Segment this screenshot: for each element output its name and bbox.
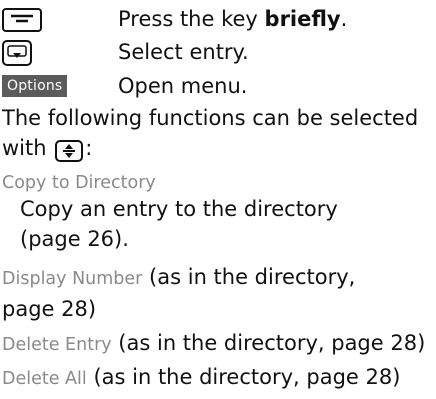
- option-delete-entry: Delete Entry (as in the directory, page …: [2, 328, 425, 360]
- option-desc-line: Copy an entry to the directory: [20, 197, 338, 221]
- step-1-text: Press the key briefly.: [118, 7, 348, 31]
- manual-page: Press the key briefly. Select entry. Opt…: [0, 0, 436, 399]
- option-suffix: (as in the directory, page 28): [111, 331, 426, 355]
- step-press-key: [2, 8, 42, 32]
- step-2-text: Select entry.: [118, 40, 249, 64]
- control-key-down-icon: [2, 40, 32, 66]
- option-suffix: (as in the directory,: [142, 265, 356, 289]
- step-select-entry: [2, 40, 32, 66]
- option-suffix: page 28): [2, 297, 97, 321]
- control-key-up-down-icon: [55, 140, 84, 162]
- option-delete-all: Delete All (as in the directory, page 28…: [2, 362, 400, 394]
- intro-line-2: with :: [2, 136, 93, 162]
- option-copy-desc: Copy an entry to the directory (page 26)…: [20, 194, 338, 254]
- intro-paragraph: The following functions can be selected …: [2, 103, 418, 163]
- option-desc-line: (page 26).: [20, 227, 129, 251]
- step-3-text: Open menu.: [118, 74, 248, 98]
- step-open-menu: Options: [2, 75, 68, 97]
- options-softkey: Options: [2, 75, 68, 97]
- intro-line-1: The following functions can be selected: [2, 106, 419, 130]
- option-name: Display Number: [2, 269, 143, 289]
- option-display-number: Display Number (as in the directory, pag…: [2, 262, 355, 324]
- option-name: Delete All: [2, 369, 87, 389]
- option-suffix: (as in the directory, page 28): [86, 365, 401, 389]
- end-call-key-icon: [2, 8, 42, 32]
- option-name: Delete Entry: [2, 335, 112, 355]
